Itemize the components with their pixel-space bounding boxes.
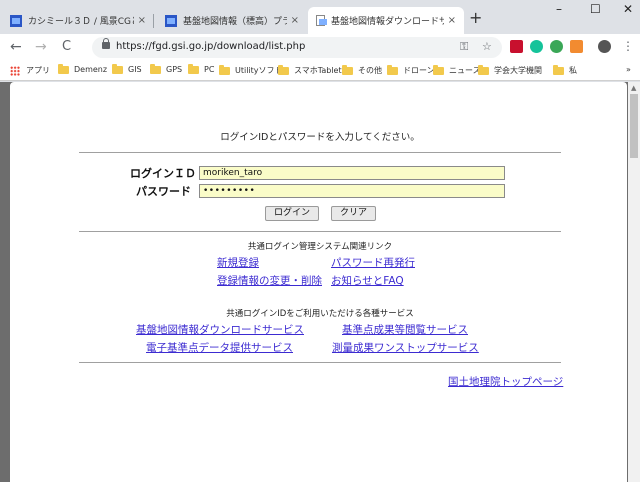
tab-kashmir[interactable]: カシミール３Ｄ / 風景CGと地図とGPS × [2,7,154,34]
page-icon [316,15,327,26]
forward-button[interactable]: → [35,39,47,55]
maximize-button[interactable]: ☐ [590,2,601,16]
tab-title: カシミール３Ｄ / 風景CGと地図とGPS [28,17,134,27]
folder-icon [219,64,230,75]
password-label: パスワード [136,185,191,198]
reload-button[interactable]: C [62,39,71,54]
gsi-top-page-link[interactable]: 国土地理院トップページ [448,374,563,389]
divider [79,362,561,363]
lock-icon [102,38,110,49]
scrollbar-thumb[interactable] [630,94,638,158]
login-button[interactable]: ログイン [265,206,319,221]
toolbar: ← → C https://fgd.gsi.go.jp/download/lis… [0,34,640,61]
folder-icon [150,63,161,74]
menu-icon[interactable]: ⋮ [622,39,634,53]
bookmark-folder[interactable]: スマホTablet [278,64,342,76]
bookmark-folder[interactable]: ニュース [433,64,481,76]
tab-elevation-plugin[interactable]: 基盤地図情報（標高）プラグイン / ... × [157,7,307,34]
folder-icon [278,64,289,75]
login-id-input[interactable] [199,166,505,180]
minimize-button[interactable]: – [556,2,562,16]
login-instruction: ログインIDとパスワードを入力してください。 [220,132,420,143]
scroll-up-icon[interactable]: ▲ [631,84,636,92]
survey-onestop-link[interactable]: 測量成果ワンストップサービス [332,340,479,355]
tab-close-icon[interactable]: × [448,15,456,26]
bookmark-folder[interactable]: ドローン [387,64,435,76]
bookmarks-bar: アプリ Demenz GIS GPS PC Utilityソフト スマホTabl… [0,61,640,81]
tab-strip: カシミール３Ｄ / 風景CGと地図とGPS × 基盤地図情報（標高）プラグイン … [0,0,640,34]
related-links-heading: 共通ログイン管理システム関連リンク [247,242,393,252]
bag-extension-icon[interactable] [570,40,583,53]
tab-fgd-download[interactable]: 基盤地図情報ダウンロードサービス × [308,7,464,34]
folder-icon [58,63,69,74]
tab-title: 基盤地図情報ダウンロードサービス [331,17,444,27]
grammarly-extension-icon[interactable] [530,40,543,53]
tab-close-icon[interactable]: × [291,15,299,26]
bookmark-folder[interactable]: Demenz [58,63,107,74]
services-heading: 共通ログインIDをご利用いただける各種サービス [226,309,414,319]
site-favicon-icon [10,14,22,27]
pdf-extension-icon[interactable] [510,40,523,53]
tab-close-icon[interactable]: × [138,15,146,26]
divider [79,152,561,153]
folder-icon [478,64,489,75]
url-text[interactable]: https://fgd.gsi.go.jp/download/list.php [116,41,305,52]
close-window-button[interactable]: ✕ [623,2,633,16]
site-favicon-icon [165,14,177,27]
folder-icon [387,64,398,75]
bookmark-folder[interactable]: 私 [553,64,577,76]
folder-icon [112,63,123,74]
folder-icon [188,63,199,74]
new-tab-button[interactable]: + [469,8,482,27]
bookmark-folder[interactable]: 学会大学機関 [478,64,542,76]
login-id-label: ログインＩＤ [130,167,196,180]
folder-icon [553,64,564,75]
profile-avatar-icon[interactable] [598,40,611,53]
bookmark-apps[interactable]: アプリ [10,65,50,76]
news-faq-link[interactable]: お知らせとFAQ [331,273,404,288]
fgd-download-link[interactable]: 基盤地図情報ダウンロードサービス [136,322,304,337]
divider [79,231,561,232]
bookmarks-overflow-icon[interactable]: » [626,65,631,74]
new-registration-link[interactable]: 新規登録 [217,255,259,270]
electronic-points-link[interactable]: 電子基準点データ提供サービス [146,340,293,355]
clear-button[interactable]: クリア [331,206,376,221]
key-icon[interactable]: ⚿ [460,40,468,54]
password-reissue-link[interactable]: パスワード再発行 [331,255,415,270]
password-input[interactable]: ••••••••• [199,184,505,198]
bookmark-folder[interactable]: GPS [150,63,182,74]
folder-icon [342,64,353,75]
bookmark-folder[interactable]: GIS [112,63,142,74]
address-bar[interactable]: https://fgd.gsi.go.jp/download/list.php … [92,37,502,58]
bookmark-folder[interactable]: Utilityソフト [219,64,283,76]
back-button[interactable]: ← [10,39,22,55]
apps-grid-icon [10,65,20,76]
control-points-link[interactable]: 基準点成果等閲覧サービス [342,322,468,337]
change-delete-link[interactable]: 登録情報の変更・削除 [217,273,322,288]
tab-title: 基盤地図情報（標高）プラグイン / ... [183,17,287,27]
folder-icon [433,64,444,75]
sync-extension-icon[interactable] [550,40,563,53]
bookmark-folder[interactable]: その他 [342,64,382,76]
bookmark-star-icon[interactable]: ☆ [482,40,492,53]
bookmark-folder[interactable]: PC [188,63,214,74]
